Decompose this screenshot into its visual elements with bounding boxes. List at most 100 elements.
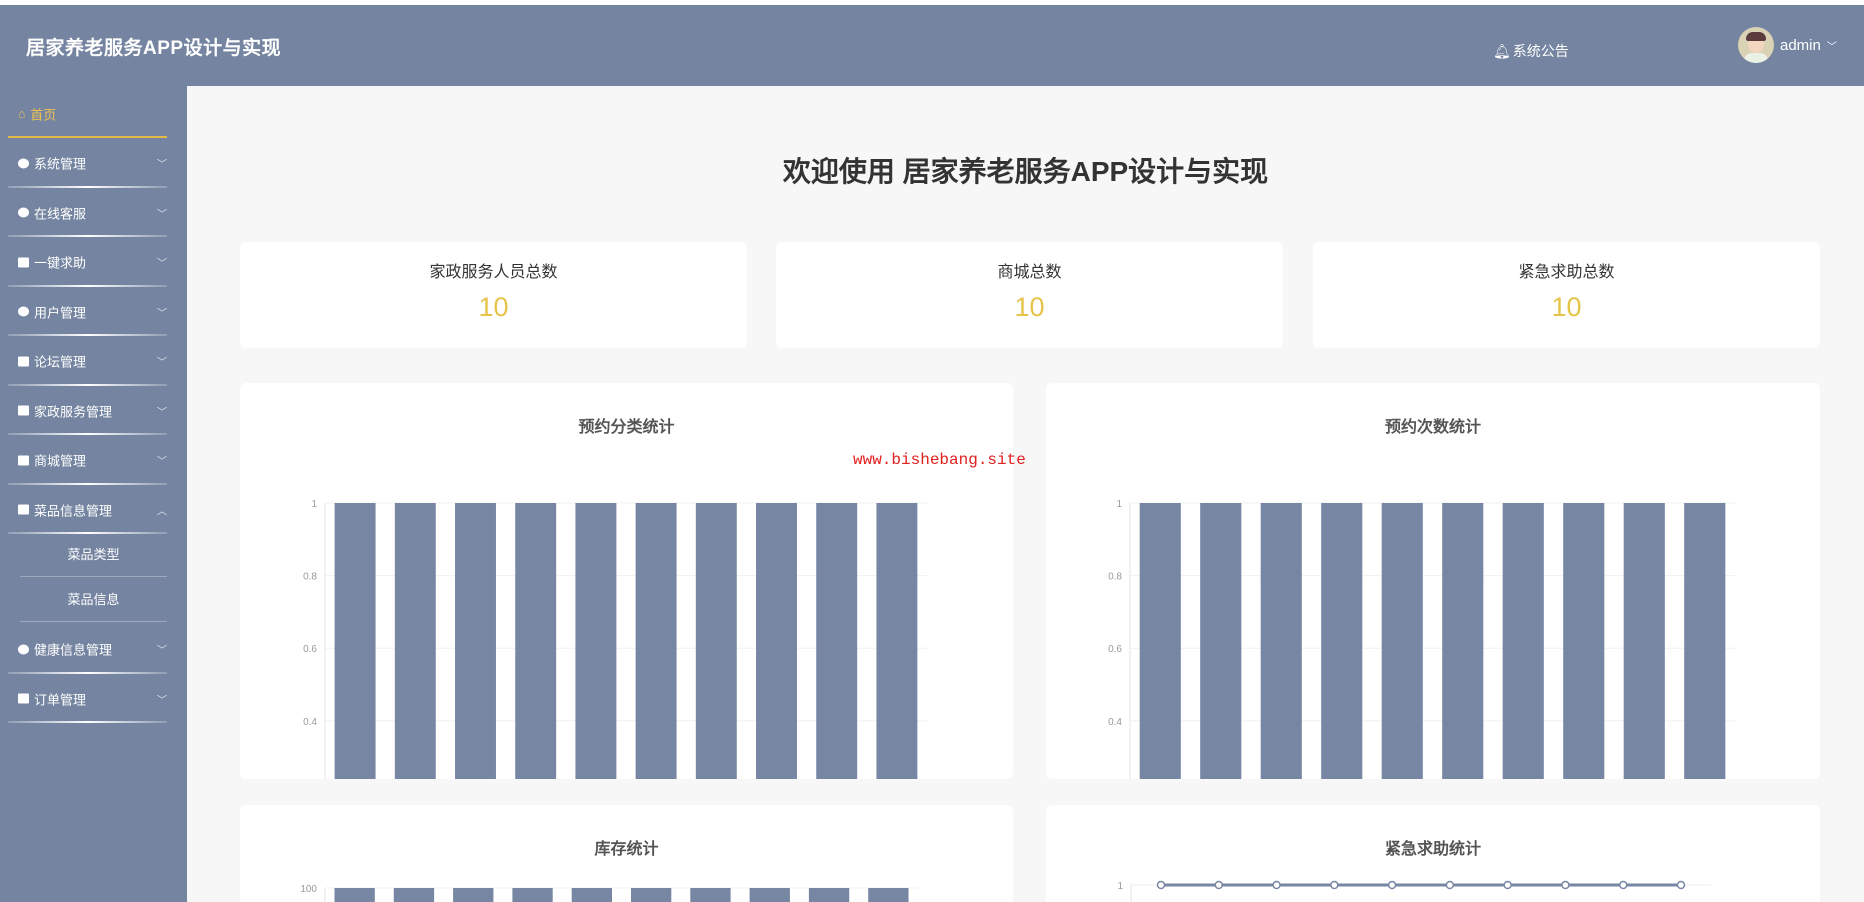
watermark: www.bishebang.site bbox=[853, 451, 1026, 469]
divider bbox=[8, 721, 167, 723]
notice-label: 系统公告 bbox=[1512, 43, 1569, 59]
sidebar-subitem[interactable]: 菜品类型 bbox=[0, 532, 187, 577]
chevron-down-icon: ﹀ bbox=[157, 308, 167, 319]
sidebar-item[interactable]: ⌂ 首页 bbox=[0, 89, 187, 138]
sidebar-subitem-label: 菜品类型 bbox=[67, 546, 120, 562]
sidebar-item-label: 论坛管理 bbox=[34, 354, 87, 370]
username: admin bbox=[1780, 36, 1821, 54]
sidebar-item-label: 家政服务管理 bbox=[34, 404, 113, 419]
data-point bbox=[1156, 880, 1166, 890]
bell-icon: 🔔︎ bbox=[1493, 42, 1511, 59]
bar bbox=[756, 503, 797, 779]
data-point bbox=[1618, 880, 1628, 890]
y-tick-label: 0.8 bbox=[1108, 572, 1122, 583]
data-point bbox=[1445, 880, 1455, 890]
sidebar-item[interactable]: 系统管理 ﹀ bbox=[0, 139, 187, 188]
bar bbox=[749, 888, 790, 902]
stat-value: 10 bbox=[478, 292, 509, 322]
circle-icon bbox=[18, 644, 29, 654]
bar bbox=[334, 503, 376, 779]
sidebar-item[interactable]: 菜品信息管理 ︿ bbox=[0, 485, 187, 534]
header: 居家养老服务APP设计与实现 🔔︎ 系统公告 admin ﹀ bbox=[0, 5, 1864, 86]
system-notice-link[interactable]: 🔔︎ 系统公告 bbox=[1493, 41, 1569, 61]
group-icon bbox=[18, 257, 29, 267]
bar bbox=[334, 888, 375, 902]
line-chart: 1 bbox=[1117, 880, 1711, 902]
bar bbox=[1260, 503, 1302, 779]
sidebar-item-label: 在线客服 bbox=[34, 206, 87, 221]
bar bbox=[393, 888, 435, 902]
data-point bbox=[1214, 880, 1224, 890]
stat-value: 10 bbox=[1551, 292, 1582, 322]
chevron-down-icon: ﹀ bbox=[157, 209, 167, 220]
sidebar-item[interactable]: 用户管理 ﹀ bbox=[0, 287, 187, 336]
bar bbox=[575, 503, 617, 779]
chart-card-emergency: 紧急求助统计 1 bbox=[1046, 805, 1820, 902]
sidebar: ⌂ 首页 系统管理 ﹀ 在线客服 ﹀ 一键求助 ﹀ 用户管理 ﹀ 论坛管理 ﹀ 家政服务管理 ﹀ 商城管理 ﹀… bbox=[0, 86, 187, 902]
sidebar-item[interactable]: 论坛管理 ﹀ bbox=[0, 337, 187, 386]
stat-label: 商城总数 bbox=[997, 264, 1062, 281]
sidebar-item-label: 商城管理 bbox=[34, 453, 87, 469]
bar bbox=[515, 503, 557, 779]
bar bbox=[690, 888, 731, 902]
sidebar-item[interactable]: 商城管理 ﹀ bbox=[0, 436, 187, 485]
grid-icon bbox=[18, 356, 29, 366]
sidebar-item-label: 订单管理 bbox=[34, 692, 87, 707]
data-point bbox=[1676, 880, 1686, 890]
chart-card-stock: 库存统计 100 bbox=[240, 805, 1013, 902]
bar bbox=[876, 503, 918, 779]
bar bbox=[816, 503, 858, 779]
sidebar-item[interactable]: 健康信息管理 ﹀ bbox=[0, 625, 187, 674]
bar bbox=[394, 503, 436, 779]
data-point bbox=[1387, 880, 1397, 890]
bar-chart: 100 bbox=[300, 884, 918, 902]
sidebar-item-label: 健康信息管理 bbox=[34, 642, 113, 658]
user-icon bbox=[18, 306, 29, 317]
app-title: 居家养老服务APP设计与实现 bbox=[26, 38, 282, 59]
sidebar-subitem[interactable]: 菜品信息 bbox=[0, 577, 187, 622]
y-tick-label: 0.6 bbox=[1108, 644, 1122, 655]
stat-card-housekeeping: 家政服务人员总数 10 bbox=[240, 242, 747, 348]
chevron-down-icon: ﹀ bbox=[157, 695, 167, 706]
chevron-down-icon: ﹀ bbox=[157, 357, 167, 369]
sidebar-subitem-label: 菜品信息 bbox=[67, 591, 120, 607]
stat-label: 紧急求助总数 bbox=[1518, 264, 1615, 281]
sidebar-item[interactable]: 在线客服 ﹀ bbox=[0, 188, 187, 237]
stat-card-mall: 商城总数 10 bbox=[776, 242, 1283, 348]
chevron-down-icon: ﹀ bbox=[157, 456, 167, 468]
data-point bbox=[1272, 880, 1281, 890]
bar bbox=[1381, 503, 1423, 779]
bar bbox=[1502, 503, 1544, 779]
bar bbox=[695, 503, 737, 779]
stat-card-emergency: 紧急求助总数 10 bbox=[1313, 242, 1820, 348]
bar bbox=[1139, 503, 1181, 779]
bar bbox=[808, 888, 850, 902]
chevron-down-icon: ﹀ bbox=[1826, 41, 1837, 53]
user-menu[interactable]: admin ﹀ bbox=[1738, 27, 1837, 63]
bar bbox=[630, 888, 672, 902]
bar bbox=[455, 503, 496, 779]
circle-icon bbox=[18, 207, 29, 218]
bar bbox=[1563, 503, 1605, 779]
chevron-up-icon: ︿ bbox=[157, 506, 167, 517]
sidebar-item-label: 菜品信息管理 bbox=[34, 503, 113, 518]
y-tick-label: 0.8 bbox=[303, 572, 317, 583]
sidebar-item-label: 首页 bbox=[30, 107, 57, 122]
bar bbox=[1623, 503, 1665, 779]
data-point bbox=[1330, 880, 1339, 890]
list-icon bbox=[18, 455, 29, 465]
divider bbox=[20, 620, 167, 622]
chevron-down-icon: ﹀ bbox=[157, 159, 167, 171]
group-icon bbox=[18, 504, 29, 515]
chart-card-booking-category: 预约分类统计 00.20.40.60.81服务类型1服务类型2服务类型4服务类型… bbox=[240, 383, 1013, 779]
bar-chart: 00.20.40.60.81姓名1姓名10姓名2姓名3姓名4姓名5姓名6姓名7姓… bbox=[1108, 499, 1735, 779]
bar-chart: 00.20.40.60.81服务类型1服务类型2服务类型4服务类型6服务类型8 bbox=[303, 499, 927, 779]
stat-value: 10 bbox=[1014, 292, 1045, 322]
sidebar-item[interactable]: 家政服务管理 ﹀ bbox=[0, 386, 187, 435]
y-tick-label: 100 bbox=[300, 884, 317, 895]
y-tick-label: 0.6 bbox=[303, 644, 317, 655]
sidebar-item[interactable]: 订单管理 ﹀ bbox=[0, 674, 187, 723]
sidebar-item-label: 一键求助 bbox=[34, 255, 87, 271]
bar bbox=[1321, 503, 1363, 779]
sidebar-item[interactable]: 一键求助 ﹀ bbox=[0, 238, 187, 287]
